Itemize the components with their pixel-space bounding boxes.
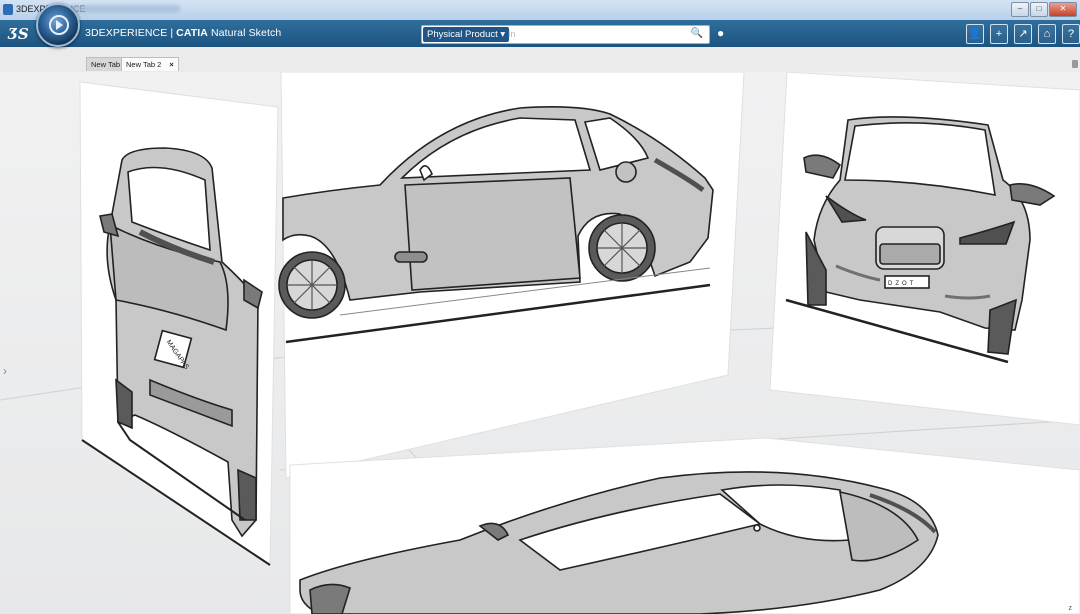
minimize-button[interactable]: – [1011, 2, 1029, 17]
play-icon [49, 15, 69, 35]
expand-panel-icon[interactable]: › [3, 364, 7, 378]
viewport-axis-mark: z [1068, 605, 1073, 612]
search-bar[interactable]: Physical Product ▾ In 🔍 [421, 25, 710, 44]
tab-strip: New Tab 1 New Tab 2 × [0, 47, 1080, 73]
compass-icon[interactable] [36, 3, 80, 47]
app-top-bar: ƷS 3DEXPERIENCE | CATIA Natural Sketch P… [0, 20, 1080, 47]
brand-prefix: 3DEXPERIENCE | [85, 27, 177, 39]
tab-new-tab-2[interactable]: New Tab 2 × [121, 57, 179, 71]
search-input[interactable]: In [508, 29, 516, 39]
close-button[interactable]: ✕ [1049, 2, 1077, 17]
blurred-title-text [70, 5, 180, 13]
tag-icon[interactable]: ● [717, 27, 729, 39]
window-title-bar: 3DEXPERIENCE – □ ✕ [0, 0, 1080, 21]
app-icon [3, 4, 13, 15]
help-icon[interactable]: ? [1062, 24, 1080, 44]
window-controls: – □ ✕ [1011, 2, 1077, 17]
plus-icon[interactable]: + [990, 24, 1008, 44]
app-brand: 3DEXPERIENCE | CATIA Natural Sketch [85, 27, 281, 39]
magnifier-icon[interactable]: 🔍 [691, 28, 703, 39]
top-actions: 👤 + ↗ ⌂ ? [966, 24, 1080, 44]
ds-logo-icon: ƷS [8, 25, 29, 43]
maximize-button[interactable]: □ [1030, 2, 1048, 17]
home-icon[interactable]: ⌂ [1038, 24, 1056, 44]
tab-close-icon[interactable]: × [169, 60, 173, 69]
tab-scroll-icon[interactable] [1072, 60, 1078, 68]
search-filter-dropdown[interactable]: Physical Product ▾ [423, 27, 510, 42]
user-icon[interactable]: 👤 [966, 24, 984, 44]
front-license-plate: DZOT [888, 281, 916, 287]
sketch-scene[interactable]: MAGAPAS DZOT [0, 72, 1080, 614]
brand-catia: CATIA [176, 27, 208, 39]
brand-suffix: Natural Sketch [207, 27, 282, 39]
tab-label: New Tab 2 [126, 60, 162, 69]
share-icon[interactable]: ↗ [1014, 24, 1032, 44]
3d-viewport[interactable]: MAGAPAS DZOT › z [0, 72, 1080, 614]
